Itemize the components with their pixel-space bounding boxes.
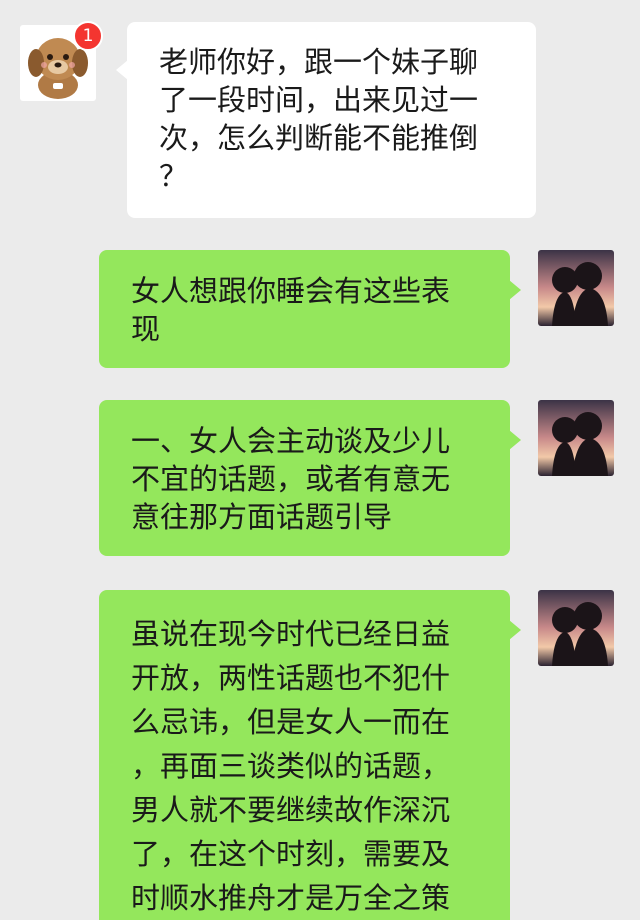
message-text-line: 老师你好，跟一个妹子聊 [159,45,479,79]
message-text-line: 虽说在现今时代已经日益 [131,617,451,651]
message-text-line: 么忌讳，但是女人一而在 [131,705,451,739]
message-text-line: 了一段时间，出来见过一 [159,83,479,117]
unread-badge: 1 [73,21,103,51]
message-bubble-outgoing[interactable]: 女人想跟你睡会有这些表 现 [99,250,521,368]
message-text-line: 开放，两性话题也不犯什 [131,661,451,695]
message-text-line: 现 [131,312,161,346]
message-text-line: ，再面三谈类似的话题， [131,749,451,783]
message-text-line: 一、女人会主动谈及少儿 [131,424,451,458]
message-bubble-outgoing[interactable]: 一、女人会主动谈及少儿 不宜的话题，或者有意无 意往那方面话题引导 [99,400,521,556]
message-text-line: 次，怎么判断能不能推倒 [159,121,479,155]
message-bubble-incoming[interactable]: 老师你好，跟一个妹子聊 了一段时间，出来见过一 次，怎么判断能不能推倒 ？ [116,22,536,218]
couple-silhouette-avatar-icon [538,400,614,476]
message-text-line: 了，在这个时刻，需要及 [131,837,451,871]
self-avatar[interactable] [538,250,614,326]
message-text-line: 不宜的话题，或者有意无 [131,462,451,496]
self-avatar[interactable] [538,400,614,476]
message-text-line: ？ [159,159,189,193]
couple-silhouette-avatar-icon [538,250,614,326]
message-bubble-outgoing[interactable]: 虽说在现今时代已经日益 开放，两性话题也不犯什 么忌讳，但是女人一而在 ，再面三… [99,590,521,920]
message-text-line: 时顺水推舟才是万全之策 [131,881,451,915]
message-text-line: 女人想跟你睡会有这些表 [131,274,451,308]
couple-silhouette-avatar-icon [538,590,614,666]
self-avatar[interactable] [538,590,614,666]
message-text-line: 男人就不要继续故作深沉 [131,793,451,827]
message-text-line: 意往那方面话题引导 [131,500,393,534]
